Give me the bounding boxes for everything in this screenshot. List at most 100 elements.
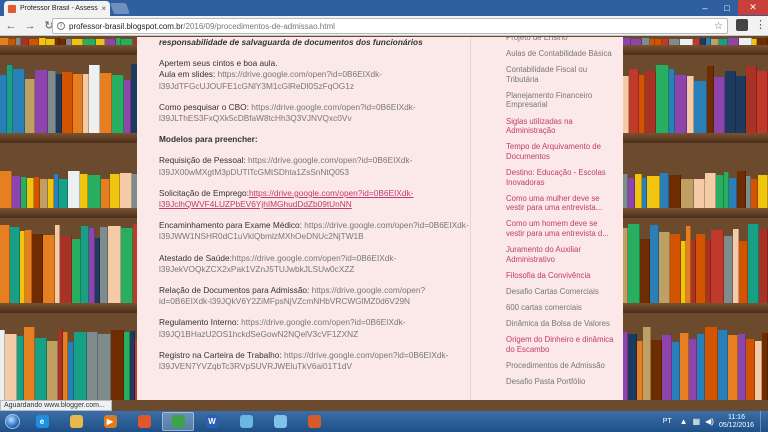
taskbar-apps: e ▶ W: [24, 412, 330, 431]
taskbar-app-button[interactable]: [128, 412, 160, 431]
book-spine: [687, 76, 694, 133]
book-spine: [728, 335, 739, 400]
sidebar-post-link[interactable]: Projeto de Ensino: [506, 37, 618, 43]
blog-page: responsabilidade de salvaguarda de docum…: [137, 37, 623, 400]
back-arrow-icon[interactable]: ←: [3, 18, 19, 34]
folder-icon: [69, 415, 83, 428]
post-body: responsabilidade de salvaguarda de docum…: [159, 37, 469, 382]
book-spine: [62, 72, 73, 133]
taskbar-app-button[interactable]: [298, 412, 330, 431]
menu-icon[interactable]: ⋮: [755, 18, 766, 31]
book-spine: [669, 234, 681, 303]
sidebar-post-link[interactable]: Como um homem deve se vestir para uma en…: [506, 219, 618, 238]
models-heading: Modelos para preencher:: [159, 134, 258, 145]
language-indicator[interactable]: PT: [663, 418, 672, 425]
network-icon[interactable]: ▦: [693, 417, 701, 426]
book-spine: [727, 38, 740, 45]
taskbar-app-button[interactable]: e: [26, 412, 58, 431]
new-tab-button[interactable]: [109, 3, 131, 14]
sidebar-post-link[interactable]: Aulas de Contabilidade Básica: [506, 49, 618, 59]
book-spine: [639, 239, 650, 303]
book-spine: [110, 174, 121, 208]
show-desktop-button[interactable]: [760, 411, 768, 432]
sidebar-post-link[interactable]: Desafio Pasta Portfólio: [506, 377, 618, 387]
word-icon: W: [205, 415, 219, 428]
sidebar-post-link[interactable]: Juramento do Auxiliar Administrativo: [506, 245, 618, 264]
sidebar-post-link[interactable]: Destino: Educação - Escolas Inovadoras: [506, 168, 618, 187]
book-spine: [629, 69, 639, 133]
minimize-button[interactable]: –: [694, 0, 716, 15]
volume-icon[interactable]: ◀): [705, 417, 714, 426]
book-spine: [705, 327, 719, 400]
book-spine: [58, 179, 68, 208]
sidebar-post-link[interactable]: Tempo de Arquivamento de Documentos: [506, 142, 618, 161]
intro-paragraph: Apertem seus cintos e boa aula. Aula em …: [159, 58, 469, 92]
address-bar[interactable]: i professor-brasil.blogspot.com.br/2016/…: [52, 18, 728, 34]
book-spine: [97, 334, 111, 400]
book-spine: [755, 341, 763, 400]
book-spine: [750, 179, 758, 208]
book-spine: [71, 239, 81, 303]
extension-icon[interactable]: [736, 19, 748, 31]
bookmark-star-icon[interactable]: ☆: [714, 21, 723, 32]
sidebar-post-link[interactable]: Dinâmica da Bolsa de Valores: [506, 319, 618, 329]
book-spine: [9, 227, 20, 303]
book-spine: [48, 71, 56, 133]
media-player-icon: ▶: [103, 415, 117, 428]
book-spine: [725, 71, 736, 133]
book-spine: [746, 339, 756, 400]
taskbar-app-button[interactable]: [264, 412, 296, 431]
book-spine: [0, 75, 7, 133]
sidebar-post-link[interactable]: Contabilidade Fiscal ou Tributária: [506, 65, 618, 84]
book-spine: [738, 334, 747, 400]
clock[interactable]: 11:16 05/12/2016: [719, 414, 754, 430]
clock-date: 05/12/2016: [718, 421, 754, 429]
book-spine: [672, 342, 681, 400]
taskbar-app-button[interactable]: ▶: [94, 412, 126, 431]
book-spine: [662, 335, 673, 400]
taskbar-app-button[interactable]: [60, 412, 92, 431]
sidebar-post-link[interactable]: Como uma mulher deve se vestir para uma …: [506, 194, 618, 213]
forward-arrow-icon[interactable]: →: [22, 18, 38, 34]
sidebar-post-link[interactable]: Procedimentos de Admissão: [506, 361, 618, 371]
maximize-button[interactable]: □: [716, 0, 738, 15]
blogger-favicon-icon: [8, 4, 16, 13]
model-item: Requisição de Pessoal: https://drive.goo…: [159, 155, 469, 177]
notes-icon: [239, 415, 253, 428]
book-spine: [16, 336, 24, 400]
window-controls: – □ ✕: [694, 0, 768, 15]
start-button[interactable]: [0, 411, 24, 432]
sidebar-post-link[interactable]: Siglas utilizadas na Administração: [506, 117, 618, 136]
sidebar-post-link[interactable]: Planejamento Financeiro Empresarial: [506, 91, 618, 110]
slides-label: Aula em slides:: [159, 69, 218, 80]
sidebar-post-link[interactable]: Origem do Dinheiro e dinâmica do Escambo: [506, 335, 618, 354]
book-spine: [680, 333, 690, 400]
book-spine: [705, 173, 717, 208]
intro-line: Apertem seus cintos e boa aula.: [159, 58, 278, 69]
book-spine: [658, 232, 670, 303]
post-heading: responsabilidade de salvaguarda de docum…: [159, 37, 423, 47]
book-spine: [724, 236, 734, 303]
close-window-button[interactable]: ✕: [738, 0, 768, 15]
book-spine: [739, 38, 753, 45]
book-spine: [11, 176, 21, 208]
book-spine: [707, 66, 714, 133]
sidebar-post-link[interactable]: Desafio Cartas Comerciais: [506, 287, 618, 297]
info-icon[interactable]: i: [57, 22, 65, 30]
book-spine: [0, 225, 10, 303]
taskbar-app-button[interactable]: [162, 412, 194, 431]
windows-taskbar: e ▶ W PT ▲ ▦ ◀) 11:16 05/12/2016: [0, 411, 768, 432]
book-spine: [4, 334, 17, 400]
model-item-label: Atestado de Saúde:: [159, 252, 232, 263]
book-spine: [121, 228, 134, 303]
sidebar-post-link[interactable]: 600 cartas comerciais: [506, 303, 618, 313]
taskbar-app-button[interactable]: [230, 412, 262, 431]
book-spine: [675, 75, 687, 133]
sidebar-post-link[interactable]: Filosofia da Convivência: [506, 271, 618, 281]
taskbar-app-button[interactable]: W: [196, 412, 228, 431]
tab-close-icon[interactable]: ×: [101, 4, 106, 13]
book-spine: [659, 173, 669, 208]
book-spine: [695, 234, 706, 303]
tray-up-arrow-icon[interactable]: ▲: [680, 417, 688, 426]
browser-tab[interactable]: Professor Brasil - Assess ×: [4, 1, 110, 16]
